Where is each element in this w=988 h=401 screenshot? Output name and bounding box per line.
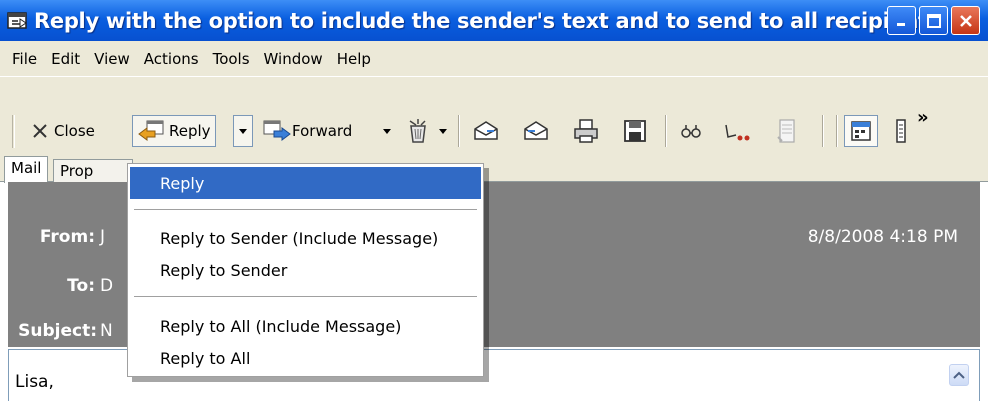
notepad-icon <box>777 119 795 143</box>
close-icon <box>959 14 972 27</box>
from-label: From: <box>39 227 95 247</box>
close-button[interactable]: Close <box>30 115 95 147</box>
scroll-up-button[interactable] <box>949 364 969 386</box>
reply-icon <box>138 120 164 141</box>
calendar-view-icon <box>851 121 871 141</box>
menu-bar: File Edit View Actions Tools Window Help <box>0 41 988 76</box>
from-value[interactable]: J <box>100 227 105 247</box>
menu-item-reply[interactable]: Reply <box>130 167 481 199</box>
reply-button[interactable]: Reply <box>132 115 216 147</box>
printer-icon <box>574 119 598 143</box>
minimize-icon <box>896 22 905 26</box>
chevron-up-icon <box>953 371 965 379</box>
reply-dropdown-button[interactable] <box>233 115 253 147</box>
trash-icon <box>409 119 426 143</box>
menu-separator <box>134 296 477 298</box>
floppy-disk-icon <box>624 120 646 142</box>
tab-mail[interactable]: Mail <box>4 156 49 183</box>
maximize-button[interactable] <box>919 6 948 35</box>
forward-dropdown-button[interactable] <box>382 115 392 147</box>
to-value[interactable]: D <box>100 276 113 296</box>
close-label: Close <box>54 122 95 140</box>
list-icon <box>896 119 906 143</box>
message-date: 8/8/2008 4:18 PM <box>807 227 958 247</box>
mark-unread-button[interactable] <box>522 115 550 147</box>
subject-label: Subject: <box>18 321 97 341</box>
menu-actions[interactable]: Actions <box>144 50 199 68</box>
subject-value: N <box>100 321 113 341</box>
envelope-icon <box>524 121 548 140</box>
forward-button[interactable]: Forward <box>262 115 352 147</box>
menu-item-reply-to-sender-include[interactable]: Reply to Sender (Include Message) <box>130 222 481 254</box>
toolbar: Close Reply Forward » <box>0 76 988 164</box>
message-body-text: Lisa, <box>15 372 54 392</box>
address-book-button[interactable] <box>722 115 754 147</box>
close-window-button[interactable] <box>951 6 980 35</box>
menu-file[interactable]: File <box>12 50 37 68</box>
title-bar: Reply with the option to include the sen… <box>0 0 988 41</box>
reply-label: Reply <box>169 122 211 140</box>
menu-item-reply-to-all-include[interactable]: Reply to All (Include Message) <box>130 310 481 342</box>
toolbar-overflow-button[interactable]: » <box>917 101 929 133</box>
find-button[interactable] <box>678 115 704 147</box>
preview-pane-button[interactable] <box>844 115 878 147</box>
menu-tools[interactable]: Tools <box>213 50 250 68</box>
menu-help[interactable]: Help <box>337 50 371 68</box>
notes-button[interactable] <box>772 115 800 147</box>
binoculars-icon <box>681 125 701 138</box>
menu-separator <box>134 209 477 211</box>
minimize-button[interactable] <box>887 6 916 35</box>
list-view-button[interactable] <box>892 115 912 147</box>
menu-edit[interactable]: Edit <box>51 50 80 68</box>
menu-window[interactable]: Window <box>264 50 323 68</box>
close-x-icon <box>33 124 47 138</box>
open-envelope-button[interactable] <box>472 115 500 147</box>
print-button[interactable] <box>572 115 600 147</box>
maximize-icon <box>926 13 941 28</box>
toolbar-grip[interactable] <box>12 115 15 148</box>
people-icon <box>725 124 750 141</box>
menu-view[interactable]: View <box>94 50 130 68</box>
open-envelope-icon <box>474 121 498 140</box>
reply-options-menu: Reply Reply to Sender (Include Message) … <box>127 163 484 377</box>
window-icon <box>4 7 32 35</box>
menu-item-reply-to-sender[interactable]: Reply to Sender <box>130 254 481 286</box>
delete-dropdown-button[interactable] <box>438 115 448 147</box>
window-title: Reply with the option to include the sen… <box>34 8 940 33</box>
forward-icon <box>263 120 291 141</box>
chevron-down-icon <box>239 129 247 134</box>
menu-item-reply-to-all[interactable]: Reply to All <box>130 342 481 374</box>
chevron-down-icon <box>439 129 447 134</box>
to-label: To: <box>67 276 95 296</box>
save-button[interactable] <box>622 115 648 147</box>
chevron-down-icon <box>383 129 391 134</box>
forward-label: Forward <box>292 122 353 140</box>
delete-button[interactable] <box>404 115 432 147</box>
